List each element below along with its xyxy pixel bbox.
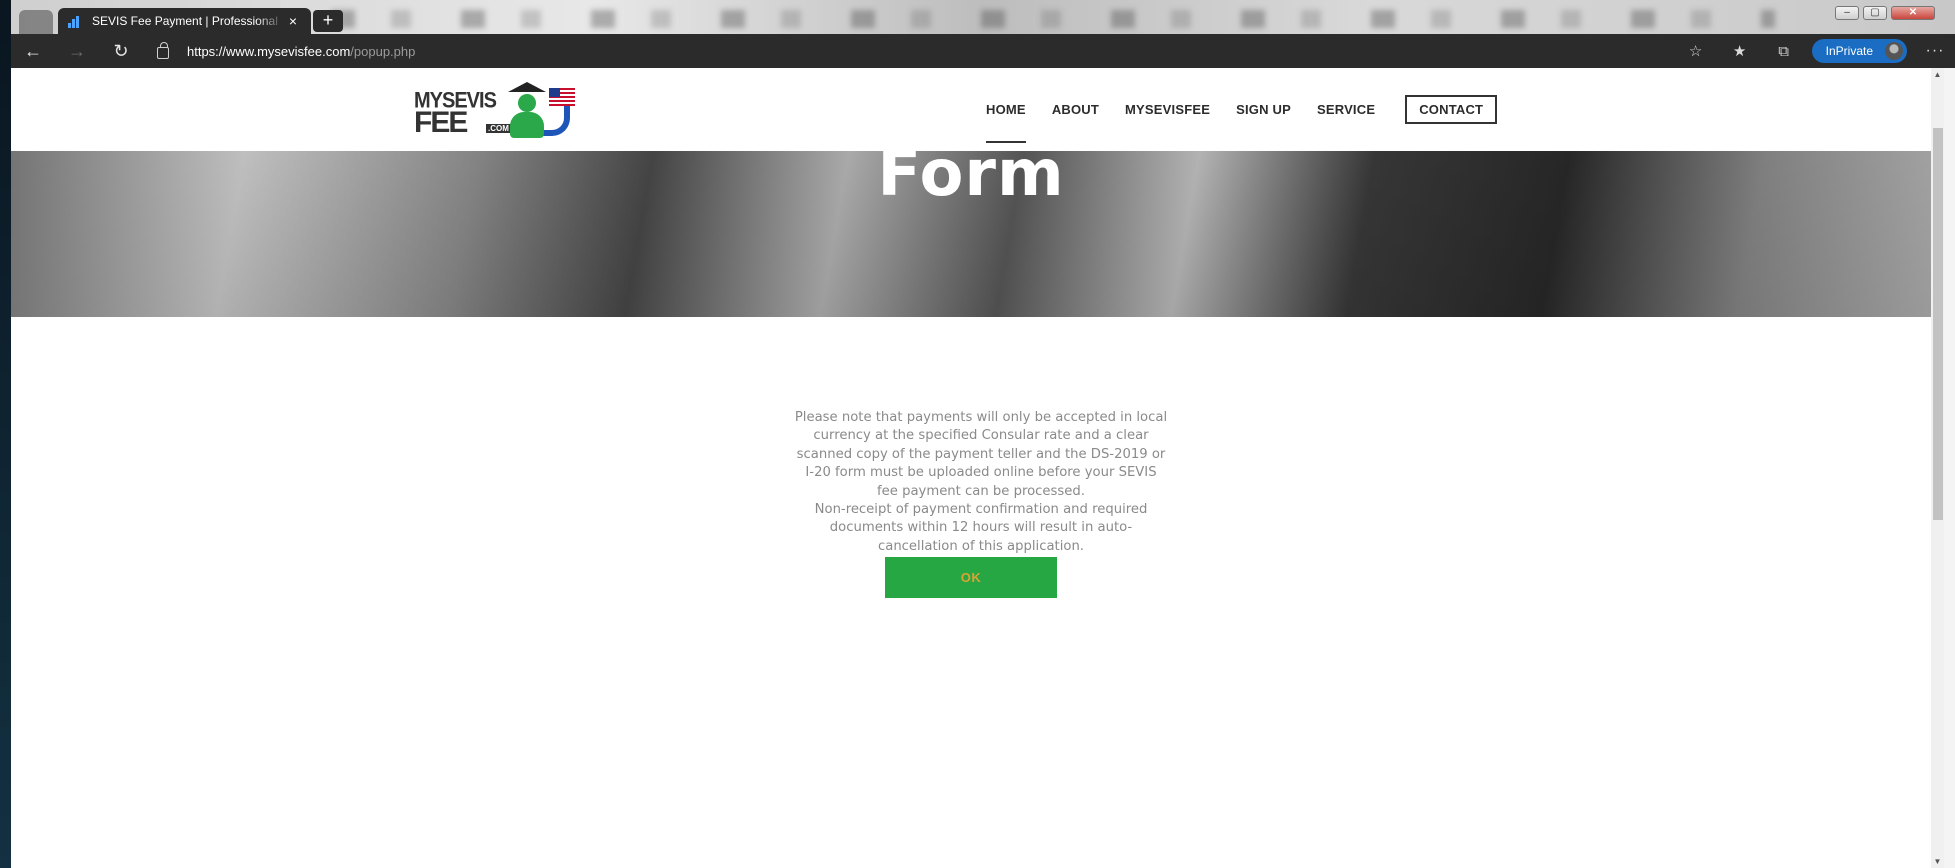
minimize-button[interactable]: – bbox=[1835, 6, 1859, 20]
nav-sign-up[interactable]: SIGN UP bbox=[1236, 102, 1291, 117]
nav-contact[interactable]: CONTACT bbox=[1405, 95, 1498, 124]
nav-home[interactable]: HOME bbox=[986, 102, 1026, 143]
lock-icon[interactable] bbox=[157, 42, 169, 59]
window-edge bbox=[1944, 68, 1955, 868]
notice-paragraph-2: Non-receipt of payment confirmation and … bbox=[814, 502, 1148, 554]
nav-about[interactable]: ABOUT bbox=[1052, 102, 1099, 117]
nav-mysevisfee[interactable]: MYSEVISFEE bbox=[1125, 102, 1210, 117]
scrollbar-thumb[interactable] bbox=[1933, 128, 1943, 520]
main-nav: HOME ABOUT MYSEVISFEE SIGN UP SERVICE CO… bbox=[986, 95, 1523, 143]
refresh-icon[interactable]: ↻ bbox=[99, 41, 143, 62]
toolbar-right: ☆ ★ ⧉ InPrivate ··· bbox=[1674, 34, 1955, 68]
favorites-icon[interactable]: ★ bbox=[1718, 42, 1762, 60]
hero-title: Form bbox=[877, 151, 1065, 211]
browser-tab[interactable]: SEVIS Fee Payment | Professional × bbox=[58, 8, 311, 34]
tab-actions-button[interactable] bbox=[19, 10, 53, 34]
tab-title: SEVIS Fee Payment | Professional bbox=[92, 14, 278, 28]
collections-icon[interactable]: ⧉ bbox=[1762, 43, 1806, 60]
browser-toolbar: ← → ↻ https://www.mysevisfee.com/popup.p… bbox=[11, 34, 1955, 68]
inprivate-label: InPrivate bbox=[1825, 44, 1873, 58]
nav-service[interactable]: SERVICE bbox=[1317, 102, 1375, 117]
us-flag-icon bbox=[549, 88, 575, 106]
graduation-cap-icon bbox=[508, 82, 546, 92]
notice-paragraph-1: Please note that payments will only be a… bbox=[794, 410, 1168, 499]
more-options-icon[interactable]: ··· bbox=[1915, 42, 1955, 60]
inprivate-badge[interactable]: InPrivate bbox=[1811, 39, 1907, 63]
window-controls: – ▢ ✕ bbox=[1835, 6, 1935, 20]
profile-avatar-icon bbox=[1885, 42, 1903, 60]
page-viewport: MYSEVIS FEE .COM HOME ABOUT MYSEVISFEE S… bbox=[11, 68, 1931, 868]
blurred-background bbox=[331, 10, 1775, 28]
tab-favicon-icon bbox=[68, 14, 82, 28]
back-icon[interactable]: ← bbox=[11, 41, 55, 62]
site-logo[interactable]: MYSEVIS FEE .COM bbox=[414, 82, 580, 139]
maximize-button[interactable]: ▢ bbox=[1863, 6, 1887, 20]
ok-button[interactable]: OK bbox=[885, 557, 1057, 598]
tab-close-icon[interactable]: × bbox=[285, 13, 301, 29]
add-favorite-icon[interactable]: ☆ bbox=[1674, 42, 1718, 60]
site-header: MYSEVIS FEE .COM HOME ABOUT MYSEVISFEE S… bbox=[11, 68, 1931, 151]
scroll-down-icon[interactable]: ▼ bbox=[1931, 857, 1944, 866]
forward-icon[interactable]: → bbox=[55, 41, 99, 62]
payment-notice: Please note that payments will only be a… bbox=[793, 409, 1169, 556]
close-window-button[interactable]: ✕ bbox=[1891, 6, 1935, 20]
url-path: /popup.php bbox=[350, 43, 416, 59]
logo-text-bottom: FEE bbox=[414, 106, 468, 139]
hero-banner: Form bbox=[11, 151, 1931, 317]
address-bar[interactable]: https://www.mysevisfee.com/popup.php bbox=[157, 42, 416, 59]
desktop-edge bbox=[0, 0, 11, 868]
browser-tab-bar: SEVIS Fee Payment | Professional × + – ▢… bbox=[11, 0, 1955, 34]
logo-person-icon bbox=[506, 94, 548, 138]
scroll-up-icon[interactable]: ▲ bbox=[1931, 70, 1944, 79]
url-host: https://www.mysevisfee.com bbox=[187, 43, 351, 59]
page-scrollbar[interactable]: ▲ ▼ bbox=[1931, 68, 1944, 868]
new-tab-button[interactable]: + bbox=[313, 10, 343, 32]
